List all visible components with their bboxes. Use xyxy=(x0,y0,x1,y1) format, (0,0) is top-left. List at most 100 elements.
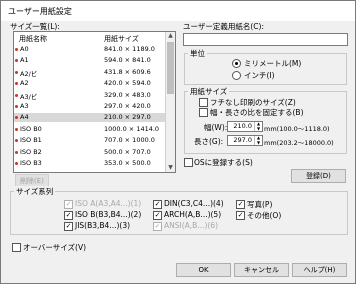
length-spinbox[interactable]: 297.0 ▲ ▼ xyxy=(227,135,263,146)
help-button[interactable]: ヘルプ(H) xyxy=(292,263,347,277)
os-register-label: OSに登録する(S) xyxy=(194,158,253,167)
millimeter-radio[interactable] xyxy=(232,59,241,68)
paper-size: 594.0 × 841.0 xyxy=(104,56,151,65)
paper-bullet-icon xyxy=(15,150,18,154)
paper-bullet-icon xyxy=(15,59,18,63)
paper-name: ISO B1 xyxy=(20,136,42,145)
user-paper-name-label: ユーザー定義用紙名(C): xyxy=(183,22,264,31)
other-checkbox[interactable]: ✓ xyxy=(236,211,245,220)
paper-name: A0 xyxy=(20,45,29,53)
user-paper-settings-dialog: ユーザー用紙設定 サイズ一覧(L): 用紙名称 用紙サイズ A0 841.0 × … xyxy=(0,0,356,284)
paper-name: A3 xyxy=(20,102,29,110)
paper-name: ISO B3 xyxy=(20,159,42,167)
width-spinbox[interactable]: 210.0 ▲ ▼ xyxy=(227,121,263,132)
inch-radio[interactable] xyxy=(232,71,241,80)
arch-checkbox[interactable]: ✓ xyxy=(153,211,162,220)
scroll-down-arrow-icon[interactable]: ▼ xyxy=(167,164,174,172)
paper-bullet-icon xyxy=(15,127,18,131)
width-value: 210.0 xyxy=(233,122,252,130)
inch-label: インチ(I) xyxy=(244,71,275,80)
list-item[interactable]: ISO B0 1000.0 × 1414.0 xyxy=(14,125,165,134)
din-checkbox[interactable]: ✓ xyxy=(153,200,162,209)
paper-size: 353.0 × 500.0 xyxy=(104,159,151,167)
iso-a-label: ISO A(A3,A4...)(1) xyxy=(75,199,142,208)
list-item[interactable]: A3/ビ 329.0 × 483.0 xyxy=(14,90,165,101)
register-button[interactable]: 登録(D) xyxy=(291,169,346,183)
millimeter-label: ミリメートル(M) xyxy=(244,59,302,68)
paper-bullet-icon xyxy=(15,162,18,165)
other-label: その他(O) xyxy=(247,211,282,220)
ok-button[interactable]: OK xyxy=(176,263,231,277)
paper-size: 500.0 × 707.0 xyxy=(104,147,151,156)
iso-a-checkbox[interactable]: ✓ xyxy=(64,200,73,209)
jis-b-checkbox[interactable]: ✓ xyxy=(64,222,73,231)
user-paper-name-input[interactable] xyxy=(183,33,348,46)
list-item[interactable]: ISO B2 500.0 × 707.0 xyxy=(14,148,165,157)
list-item[interactable]: A0 841.0 × 1189.0 xyxy=(14,45,165,54)
list-item[interactable]: A3 297.0 × 420.0 xyxy=(14,102,165,111)
oversize-checkbox[interactable] xyxy=(12,243,21,252)
list-item[interactable]: A2 420.0 × 594.0 xyxy=(14,79,165,88)
size-list-header: 用紙名称 用紙サイズ xyxy=(14,32,164,44)
fix-ratio-label: 幅・長さの比を固定する(B) xyxy=(210,108,304,117)
width-spin-arrows-icon[interactable]: ▲ ▼ xyxy=(254,121,262,131)
paper-bullet-icon xyxy=(15,70,18,74)
paper-size: 841.0 × 1189.0 xyxy=(104,45,155,53)
paper-size: 707.0 × 1000.0 xyxy=(104,136,155,145)
length-label: 長さ(G): xyxy=(194,137,224,146)
paper-size: 329.0 × 483.0 xyxy=(104,90,151,99)
fix-ratio-checkbox[interactable] xyxy=(199,108,208,117)
scroll-up-arrow-icon[interactable]: ▲ xyxy=(167,32,174,40)
oversize-label: オーバーサイズ(V) xyxy=(23,243,87,252)
paper-name: A4 xyxy=(20,113,29,122)
paper-name: ISO B2 xyxy=(20,147,42,156)
paper-bullet-icon xyxy=(15,48,18,51)
size-list[interactable]: 用紙名称 用紙サイズ A0 841.0 × 1189.0 A1 594.0 × 841… xyxy=(13,31,176,173)
paper-bullet-icon xyxy=(15,82,18,86)
column-header-name[interactable]: 用紙名称 xyxy=(19,34,47,44)
din-label: DIN(C3,C4...)(4) xyxy=(164,199,224,208)
arch-label: ARCH(A,B...)(5) xyxy=(164,210,222,219)
paper-size: 297.0 × 420.0 xyxy=(104,102,151,110)
ansi-label: ANSI(A,B...)(6) xyxy=(164,221,219,230)
list-item[interactable]: A1 594.0 × 841.0 xyxy=(14,56,165,65)
paper-size: 431.8 × 609.6 xyxy=(104,67,151,76)
title-bar: ユーザー用紙設定 xyxy=(1,1,355,21)
size-list-scrollbar[interactable]: ▲ ▼ xyxy=(165,32,175,172)
borderless-size-checkbox[interactable] xyxy=(199,98,208,107)
paper-bullet-icon xyxy=(15,105,18,108)
photo-label: 写真(P) xyxy=(247,200,273,209)
os-register-checkbox[interactable] xyxy=(184,158,193,167)
width-range-label: mm(100.0〜1118.0) xyxy=(264,125,330,133)
paper-size: 1000.0 × 1414.0 xyxy=(104,124,160,133)
paper-name: A3/ビ xyxy=(20,92,38,101)
column-header-size[interactable]: 用紙サイズ xyxy=(104,34,139,44)
list-item[interactable]: A4 210.0 × 297.0 xyxy=(14,113,165,123)
paper-size: 210.0 × 297.0 xyxy=(104,113,151,122)
paper-name: A2/ビ xyxy=(20,69,38,78)
paper-name: ISO B0 xyxy=(20,124,42,133)
ansi-checkbox[interactable]: ✓ xyxy=(153,222,162,231)
list-item[interactable]: ISO B3 353.0 × 500.0 xyxy=(14,159,165,168)
list-item[interactable]: A2/ビ 431.8 × 609.6 xyxy=(14,67,165,78)
iso-b-label: ISO B(B3,B4...)(2) xyxy=(75,210,142,219)
jis-b-label: JIS(B3,B4...)(3) xyxy=(75,221,131,230)
paper-name: A1 xyxy=(20,56,29,65)
paper-name: A2 xyxy=(20,79,29,88)
cancel-button[interactable]: キャンセル xyxy=(234,263,289,277)
paper-bullet-icon xyxy=(15,139,18,143)
width-label: 幅(W): xyxy=(204,123,228,132)
paper-bullet-icon xyxy=(15,93,18,97)
length-value: 297.0 xyxy=(233,136,252,144)
iso-b-checkbox[interactable]: ✓ xyxy=(64,211,73,220)
list-item[interactable]: ISO B1 707.0 × 1000.0 xyxy=(14,136,165,145)
size-series-group-label: サイズ系列 xyxy=(14,186,56,197)
length-spin-arrows-icon[interactable]: ▲ ▼ xyxy=(254,135,262,145)
scroll-thumb[interactable] xyxy=(167,42,174,94)
photo-checkbox[interactable]: ✓ xyxy=(236,200,245,209)
window-title: ユーザー用紙設定 xyxy=(8,7,72,16)
paper-size: 420.0 × 594.0 xyxy=(104,79,151,88)
paper-bullet-icon xyxy=(15,116,18,120)
unit-group-label: 単位 xyxy=(188,48,207,59)
length-range-label: mm(203.2〜18000.0) xyxy=(264,139,334,147)
